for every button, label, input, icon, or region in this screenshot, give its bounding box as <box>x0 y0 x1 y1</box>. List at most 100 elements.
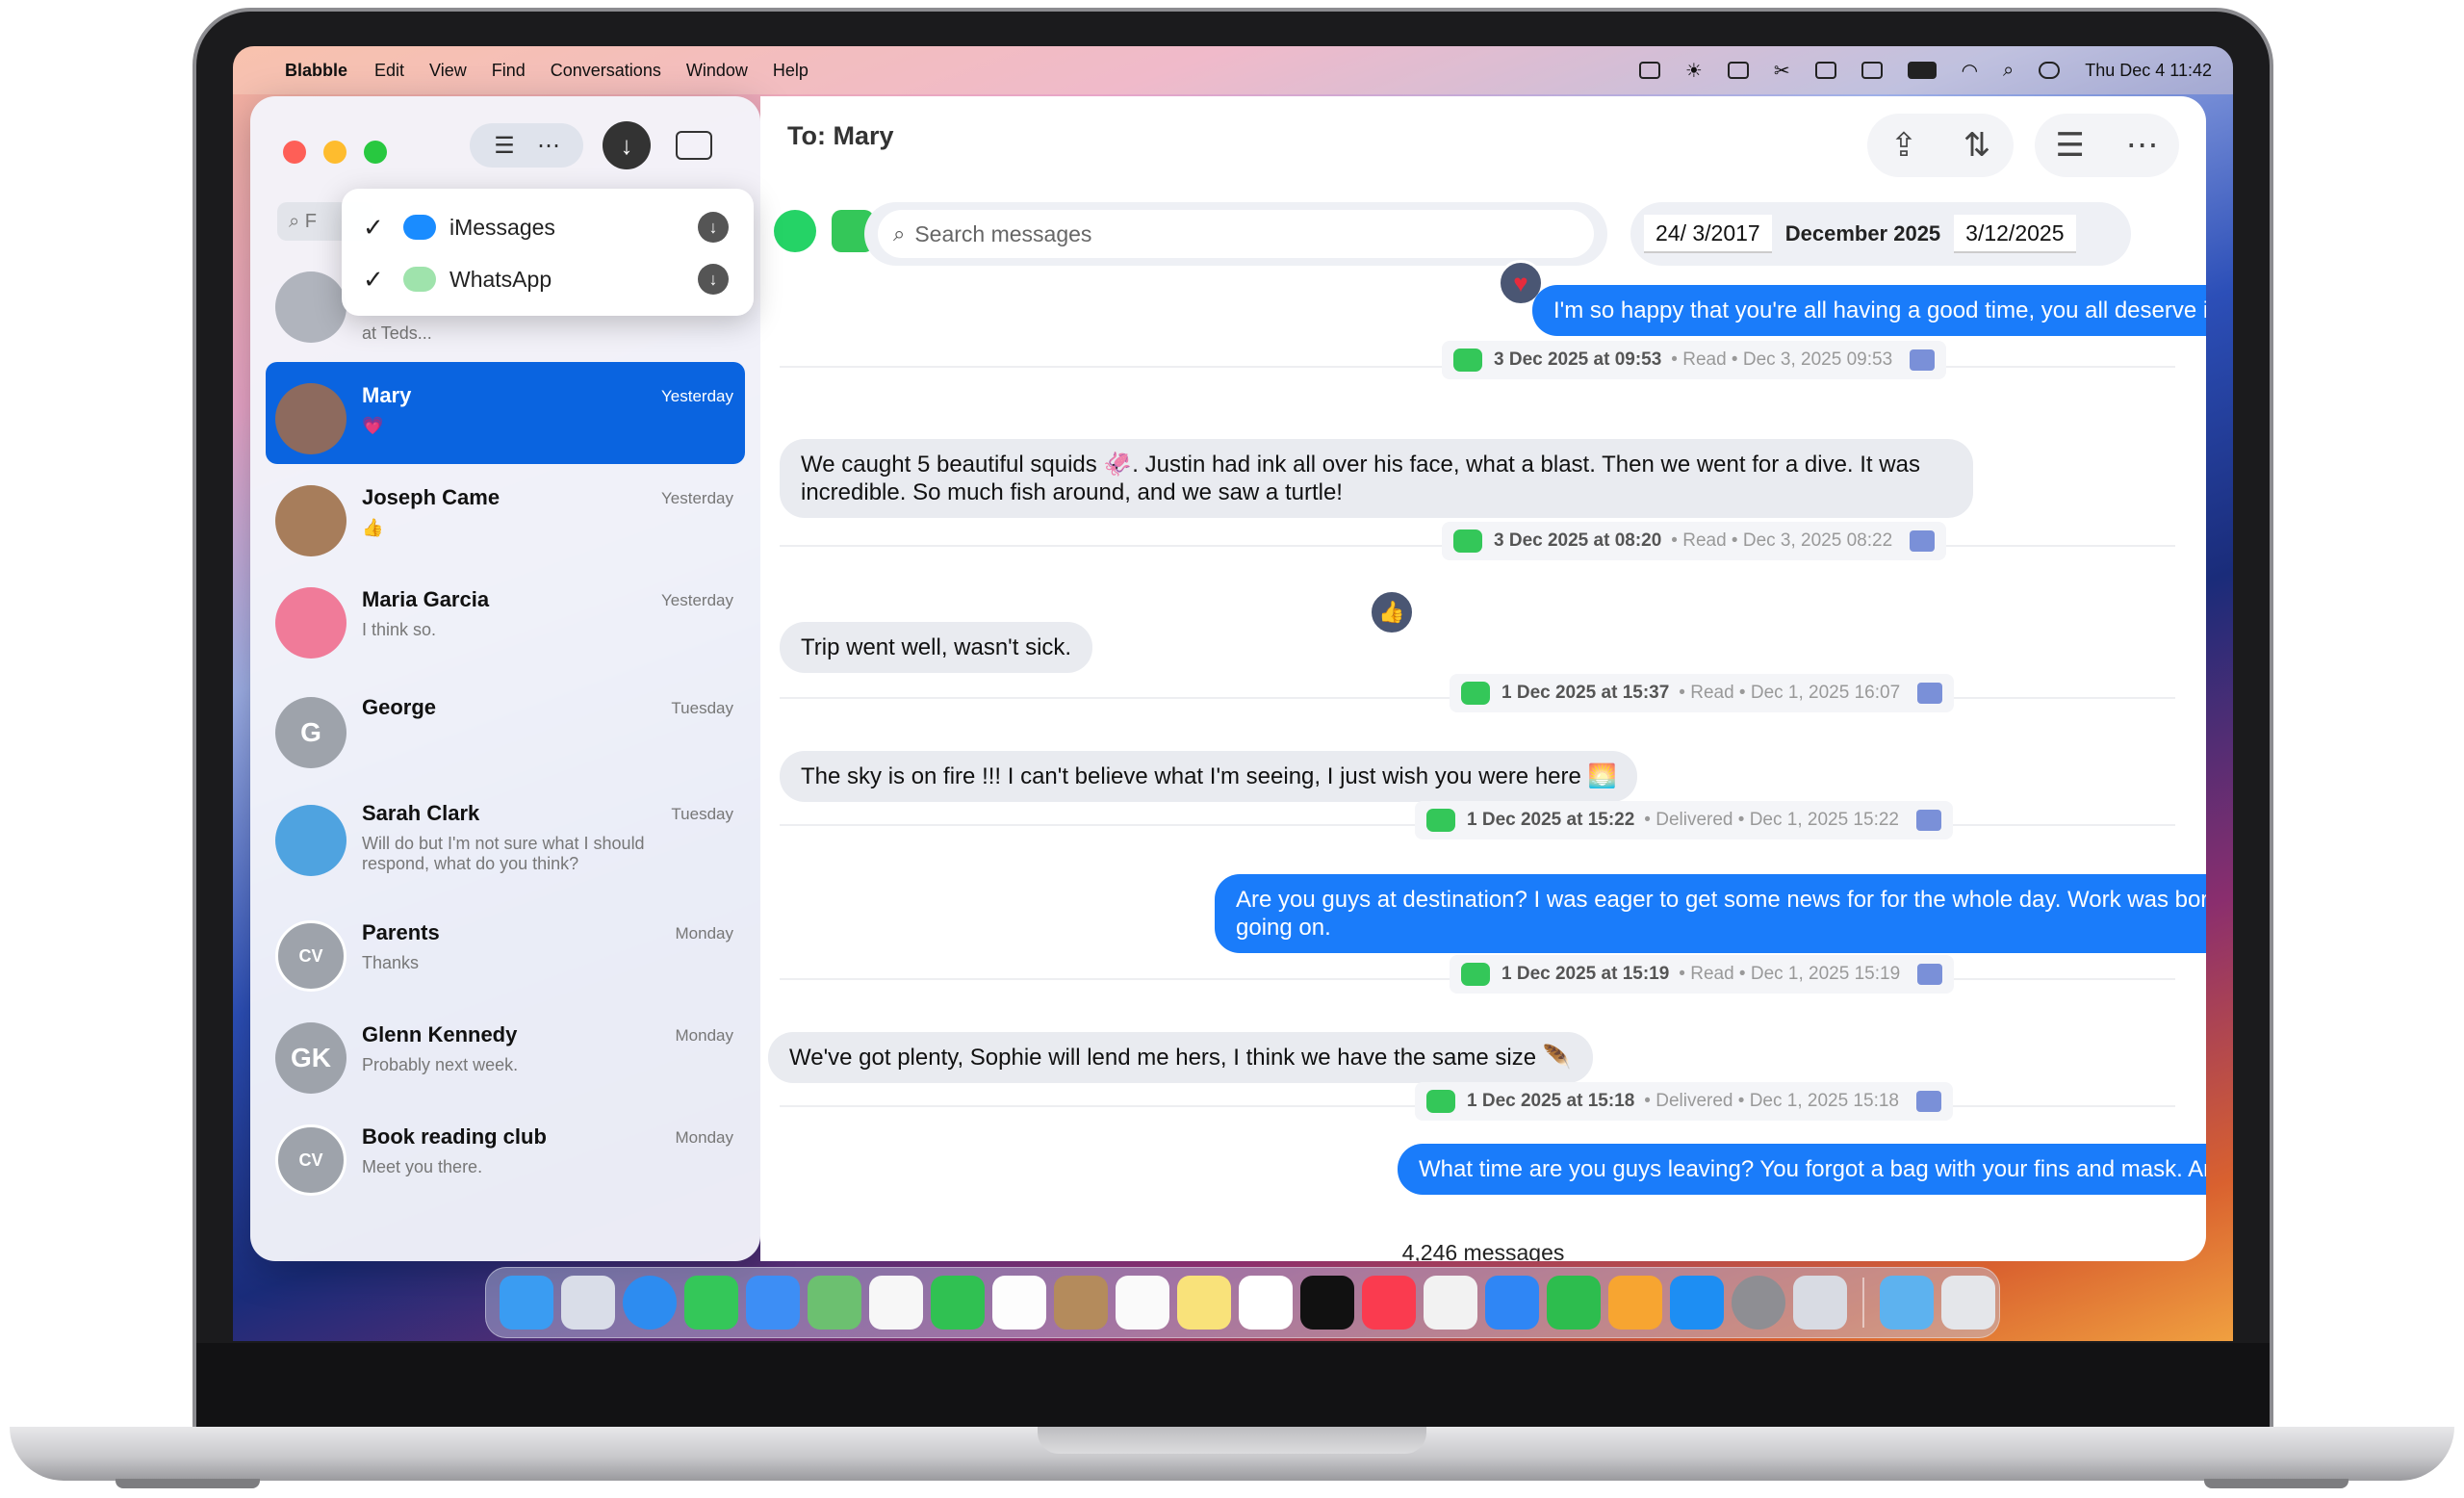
sidebar-toggle-icon[interactable] <box>676 131 712 160</box>
download-icon[interactable]: ↓ <box>698 264 729 295</box>
imessage-icon <box>1426 1090 1455 1113</box>
menu-window[interactable]: Window <box>686 61 748 81</box>
menu-view[interactable]: View <box>429 61 467 81</box>
reminders-icon[interactable] <box>1116 1276 1169 1330</box>
message-clip: What time are you guys leaving? You forg… <box>760 1136 2206 1200</box>
message-bubble-incoming[interactable]: The sky is on fire !!! I can't believe w… <box>780 751 1638 802</box>
message-bubble-incoming[interactable]: We caught 5 beautiful squids 🦑. Justin h… <box>780 439 1973 518</box>
menubar-clock[interactable]: Thu Dec 4 11:42 <box>2085 61 2212 81</box>
conversation-row[interactable]: GK Glenn Kennedy Monday Probably next we… <box>266 1001 745 1103</box>
tv-icon[interactable] <box>1300 1276 1354 1330</box>
conversation-time: Yesterday <box>661 387 733 405</box>
brightness-icon[interactable]: ☀ <box>1685 59 1703 83</box>
minimize-window-button[interactable] <box>323 141 346 164</box>
messages-icon[interactable] <box>684 1276 738 1330</box>
news-icon[interactable] <box>1424 1276 1477 1330</box>
spotlight-icon[interactable]: ⌕ <box>2003 60 2014 82</box>
message-bubble-incoming[interactable]: We've got plenty, Sophie will lend me he… <box>768 1032 1593 1083</box>
safari-icon[interactable] <box>623 1276 677 1330</box>
window-icon[interactable] <box>1861 62 1883 79</box>
close-window-button[interactable] <box>283 141 306 164</box>
message-timestamp: 1 Dec 2025 at 15:37 <box>1502 683 1670 703</box>
conversation-preview: Thanks <box>362 953 420 972</box>
conversation-row-mary[interactable]: Mary Yesterday 💗 <box>266 362 745 464</box>
avatar: GK <box>275 1022 346 1094</box>
conversation-preview: 💗 <box>362 416 384 435</box>
calendar-icon[interactable] <box>992 1276 1046 1330</box>
app-menu[interactable]: Blabble <box>285 61 347 81</box>
more-icon[interactable]: ⋯ <box>529 131 568 160</box>
trash-icon[interactable] <box>1941 1276 1995 1330</box>
message-meta: 3 Dec 2025 at 09:53 • Read • Dec 3, 2025… <box>1442 341 1947 379</box>
menu-bar: Blabble Edit View Find Conversations Win… <box>233 46 2233 94</box>
message-bubble-outgoing[interactable]: Are you guys at destination? I was eager… <box>1215 874 2206 953</box>
contacts-icon[interactable] <box>1054 1276 1108 1330</box>
filter-whatsapp[interactable]: ✓ WhatsApp ↓ <box>342 252 754 306</box>
pages-icon[interactable] <box>1608 1276 1662 1330</box>
save-icon[interactable] <box>1915 1091 1941 1112</box>
downloads-folder-icon[interactable] <box>1880 1276 1934 1330</box>
mail-icon[interactable] <box>746 1276 800 1330</box>
conversation-row[interactable]: Maria Garcia Yesterday I think so. <box>266 566 745 668</box>
checkmark-icon: ✓ <box>363 212 384 242</box>
service-filter-menu: ✓ iMessages ↓ ✓ WhatsApp ↓ <box>342 189 754 316</box>
menu-edit[interactable]: Edit <box>374 61 404 81</box>
filter-icon[interactable]: ☰ <box>485 131 524 160</box>
message-timestamp: 3 Dec 2025 at 08:20 <box>1494 530 1662 551</box>
iphone-mirroring-icon[interactable] <box>1793 1276 1847 1330</box>
download-icon[interactable]: ↓ <box>603 121 651 169</box>
filter-imessages[interactable]: ✓ iMessages ↓ <box>342 200 754 254</box>
keynote-icon[interactable] <box>1485 1276 1539 1330</box>
avatar <box>275 587 346 659</box>
laptop-bezel <box>196 1343 2270 1433</box>
save-icon[interactable] <box>1915 810 1941 831</box>
control-center-icon[interactable] <box>2039 62 2061 79</box>
download-icon[interactable]: ↓ <box>698 212 729 243</box>
message-bubble-incoming[interactable]: Trip went well, wasn't sick. <box>780 622 1093 673</box>
avatar <box>275 383 346 454</box>
message-bubble-outgoing[interactable]: I'm so happy that you're all having a go… <box>1532 285 2206 336</box>
save-icon[interactable] <box>1910 349 1936 371</box>
message-list: ♥ I'm so happy that you're all having a … <box>760 96 2206 1261</box>
menu-find[interactable]: Find <box>492 61 526 81</box>
imessage-icon <box>1453 349 1482 372</box>
photos-icon[interactable] <box>869 1276 923 1330</box>
app-store-icon[interactable] <box>1670 1276 1724 1330</box>
imessage-icon <box>1453 529 1482 553</box>
conversation-row[interactable]: CV Book reading club Monday Meet you the… <box>266 1103 745 1205</box>
maps-icon[interactable] <box>808 1276 861 1330</box>
zoom-window-button[interactable] <box>364 141 387 164</box>
wifi-icon[interactable]: ◠ <box>1962 59 1978 83</box>
music-icon[interactable] <box>1362 1276 1416 1330</box>
save-icon[interactable] <box>1910 530 1936 552</box>
menu-help[interactable]: Help <box>773 61 808 81</box>
screen: Blabble Edit View Find Conversations Win… <box>233 46 2233 1341</box>
launchpad-icon[interactable] <box>561 1276 615 1330</box>
message-meta: 1 Dec 2025 at 15:22 • Delivered • Dec 1,… <box>1415 801 1953 839</box>
save-icon[interactable] <box>1917 683 1943 704</box>
finder-icon[interactable] <box>500 1276 553 1330</box>
facetime-icon[interactable] <box>931 1276 985 1330</box>
save-icon[interactable] <box>1917 964 1943 985</box>
conversation-row[interactable]: CV Parents Monday Thanks <box>266 899 745 1001</box>
conversation-row[interactable]: Joseph Came Yesterday 👍 <box>266 464 745 566</box>
battery-icon[interactable] <box>1907 62 1937 79</box>
conversation-name: George <box>362 695 437 719</box>
conversation-row[interactable]: G George Tuesday <box>266 668 745 780</box>
message-status: • Read • Dec 1, 2025 15:19 <box>1679 964 1901 984</box>
scissors-icon[interactable]: ✂ <box>1774 59 1790 83</box>
thumbs-up-tapback-icon[interactable]: 👍 <box>1369 589 1415 635</box>
message-meta: 1 Dec 2025 at 15:37 • Read • Dec 1, 2025… <box>1450 674 1955 712</box>
display-icon[interactable] <box>1814 62 1836 79</box>
keyboard-icon[interactable] <box>1727 62 1749 79</box>
notes-icon[interactable] <box>1177 1276 1231 1330</box>
message-status: • Read • Dec 3, 2025 08:22 <box>1671 530 1893 551</box>
system-settings-icon[interactable] <box>1732 1276 1785 1330</box>
freeform-icon[interactable] <box>1239 1276 1293 1330</box>
numbers-icon[interactable] <box>1547 1276 1601 1330</box>
status-app-icon[interactable] <box>1638 62 1660 79</box>
imessage-icon <box>1461 682 1490 705</box>
message-bubble-outgoing[interactable]: What time are you guys leaving? You forg… <box>1398 1144 2206 1195</box>
conversation-row[interactable]: Sarah Clark Tuesday Will do but I'm not … <box>266 780 745 899</box>
menu-conversations[interactable]: Conversations <box>551 61 661 81</box>
